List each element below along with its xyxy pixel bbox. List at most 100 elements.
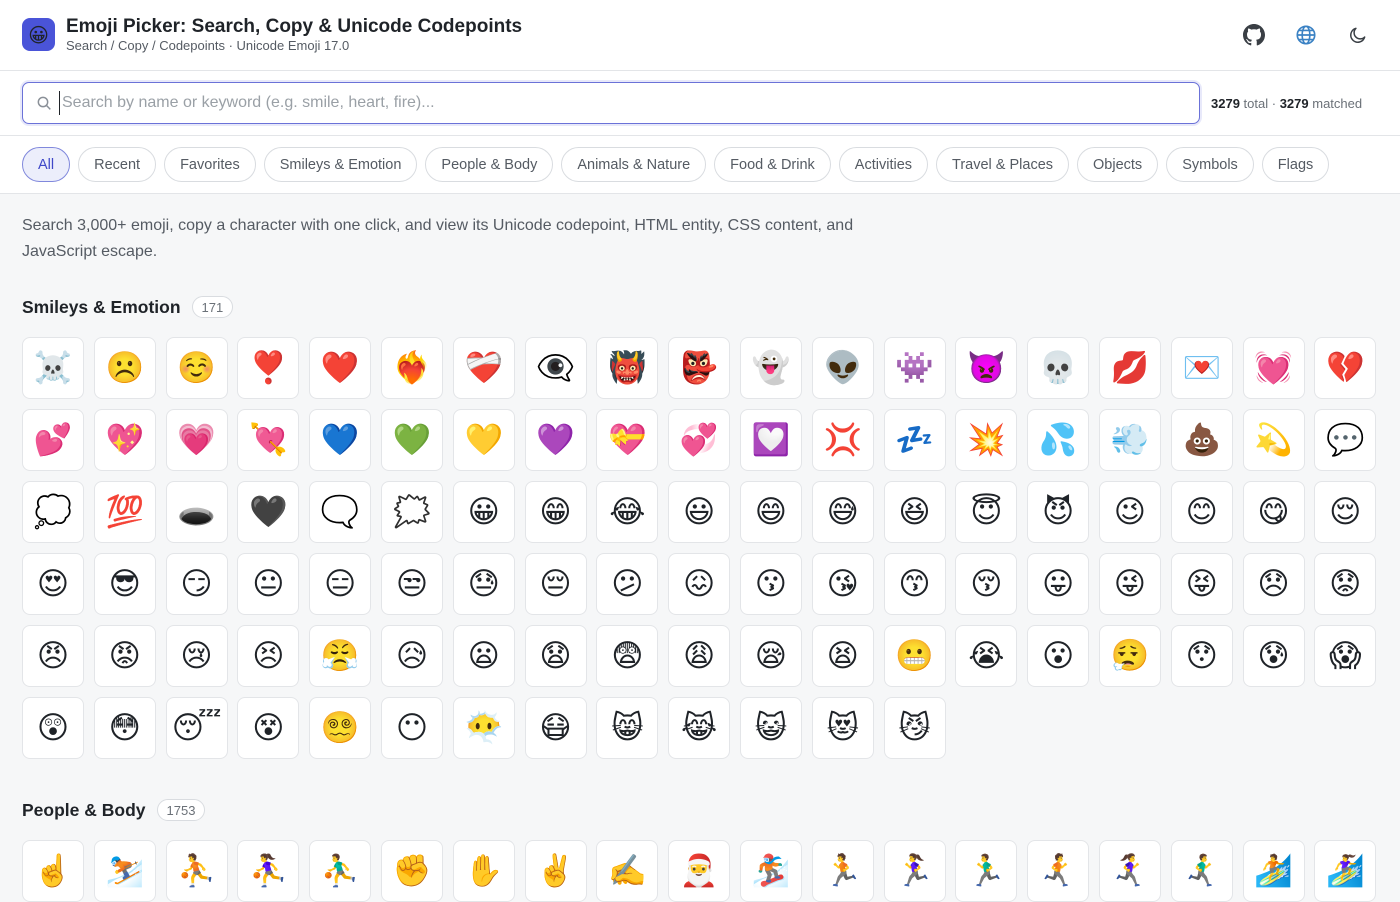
emoji-button[interactable]: ❤️‍🩹: [452, 337, 515, 399]
emoji-button[interactable]: 🏃‍♂️‍➡️: [1170, 840, 1233, 902]
emoji-button[interactable]: 🏃‍♂️: [955, 840, 1018, 902]
emoji-button[interactable]: 😙: [883, 553, 946, 615]
emoji-button[interactable]: 😯: [1170, 625, 1233, 687]
tab-favorites[interactable]: Favorites: [164, 147, 256, 182]
emoji-button[interactable]: 😤: [309, 625, 372, 687]
emoji-button[interactable]: ⛹️: [165, 840, 228, 902]
emoji-button[interactable]: 🏂: [739, 840, 802, 902]
emoji-button[interactable]: 👾: [883, 337, 946, 399]
emoji-button[interactable]: 🏃‍♀️: [883, 840, 946, 902]
emoji-button[interactable]: 😴: [165, 697, 228, 759]
emoji-button[interactable]: 💥: [955, 409, 1018, 471]
emoji-button[interactable]: 😔: [524, 553, 587, 615]
tab-all[interactable]: All: [22, 147, 71, 182]
emoji-button[interactable]: 🖤: [237, 481, 300, 543]
emoji-button[interactable]: 😫: [811, 625, 874, 687]
emoji-button[interactable]: 🕳️: [165, 481, 228, 543]
emoji-button[interactable]: 😵‍💫: [309, 697, 372, 759]
tab-flags[interactable]: Flags: [1261, 147, 1330, 182]
emoji-button[interactable]: 😍: [22, 553, 84, 615]
emoji-button[interactable]: 💝: [596, 409, 659, 471]
emoji-button[interactable]: 💫: [1242, 409, 1305, 471]
emoji-button[interactable]: 😻: [811, 697, 874, 759]
emoji-button[interactable]: 😧: [524, 625, 587, 687]
emoji-button[interactable]: 👿: [955, 337, 1018, 399]
moon-icon[interactable]: [1345, 22, 1371, 48]
emoji-button[interactable]: 😥: [380, 625, 443, 687]
emoji-button[interactable]: ✍️: [596, 840, 659, 902]
emoji-button[interactable]: 🎅: [668, 840, 731, 902]
tab-symbols[interactable]: Symbols: [1166, 147, 1254, 182]
emoji-button[interactable]: ✋: [452, 840, 515, 902]
emoji-button[interactable]: 😐: [237, 553, 300, 615]
emoji-button[interactable]: 😊: [1170, 481, 1233, 543]
emoji-button[interactable]: 💞: [668, 409, 731, 471]
emoji-button[interactable]: 😡: [93, 625, 156, 687]
emoji-button[interactable]: 💓: [1242, 337, 1305, 399]
emoji-button[interactable]: 😃: [668, 481, 731, 543]
emoji-button[interactable]: 💚: [380, 409, 443, 471]
emoji-button[interactable]: 😵: [237, 697, 300, 759]
emoji-button[interactable]: 😞: [1242, 553, 1305, 615]
emoji-button[interactable]: 😓: [452, 553, 515, 615]
emoji-button[interactable]: ⛹️‍♂️: [309, 840, 372, 902]
emoji-button[interactable]: 😄: [739, 481, 802, 543]
emoji-button[interactable]: 😨: [596, 625, 659, 687]
emoji-button[interactable]: 💌: [1170, 337, 1233, 399]
emoji-button[interactable]: 😼: [883, 697, 946, 759]
emoji-button[interactable]: 🏃‍➡️: [1027, 840, 1090, 902]
emoji-button[interactable]: 😕: [596, 553, 659, 615]
emoji-button[interactable]: 💔: [1314, 337, 1377, 399]
emoji-button[interactable]: ✊: [380, 840, 443, 902]
emoji-button[interactable]: ☺️: [165, 337, 228, 399]
emoji-button[interactable]: 😮: [1027, 625, 1090, 687]
emoji-button[interactable]: 😷: [524, 697, 587, 759]
emoji-button[interactable]: ⛷️: [93, 840, 156, 902]
emoji-button[interactable]: 😶‍🌫️: [452, 697, 515, 759]
emoji-button[interactable]: ❣️: [237, 337, 300, 399]
tab-activities[interactable]: Activities: [838, 147, 929, 182]
emoji-button[interactable]: 😳: [93, 697, 156, 759]
emoji-button[interactable]: 😩: [668, 625, 731, 687]
emoji-button[interactable]: 💨: [1098, 409, 1161, 471]
emoji-button[interactable]: 😎: [93, 553, 156, 615]
emoji-button[interactable]: 💘: [237, 409, 300, 471]
emoji-button[interactable]: 😢: [165, 625, 228, 687]
emoji-button[interactable]: 😠: [22, 625, 84, 687]
emoji-button[interactable]: 😟: [1314, 553, 1377, 615]
emoji-button[interactable]: 😮‍💨: [1098, 625, 1161, 687]
emoji-button[interactable]: 💭: [22, 481, 84, 543]
emoji-button[interactable]: 😱: [1314, 625, 1377, 687]
emoji-button[interactable]: ✌️: [524, 840, 587, 902]
emoji-button[interactable]: 💗: [165, 409, 228, 471]
emoji-button[interactable]: 👺: [668, 337, 731, 399]
emoji-button[interactable]: 💙: [309, 409, 372, 471]
emoji-button[interactable]: 😸: [596, 697, 659, 759]
emoji-button[interactable]: 😉: [1098, 481, 1161, 543]
emoji-button[interactable]: 🏄: [1242, 840, 1305, 902]
emoji-button[interactable]: 🗯️: [380, 481, 443, 543]
tab-objects[interactable]: Objects: [1077, 147, 1159, 182]
emoji-button[interactable]: 😁: [524, 481, 587, 543]
emoji-button[interactable]: 💤: [883, 409, 946, 471]
emoji-button[interactable]: 💢: [811, 409, 874, 471]
emoji-button[interactable]: 👻: [739, 337, 802, 399]
emoji-button[interactable]: 😑: [309, 553, 372, 615]
emoji-button[interactable]: 😪: [739, 625, 802, 687]
emoji-button[interactable]: 👁️‍🗨️: [524, 337, 587, 399]
emoji-button[interactable]: 💬: [1314, 409, 1377, 471]
emoji-button[interactable]: 💕: [22, 409, 84, 471]
emoji-button[interactable]: 😲: [22, 697, 84, 759]
emoji-button[interactable]: 🗨️: [309, 481, 372, 543]
search-input[interactable]: [59, 91, 1189, 115]
emoji-button[interactable]: 👽: [811, 337, 874, 399]
emoji-button[interactable]: 😛: [1027, 553, 1090, 615]
emoji-button[interactable]: 💜: [524, 409, 587, 471]
emoji-button[interactable]: 😒: [380, 553, 443, 615]
emoji-button[interactable]: 💛: [452, 409, 515, 471]
tab-people-body[interactable]: People & Body: [425, 147, 554, 182]
emoji-button[interactable]: 😝: [1170, 553, 1233, 615]
emoji-button[interactable]: 😆: [883, 481, 946, 543]
emoji-button[interactable]: 😈: [1027, 481, 1090, 543]
emoji-button[interactable]: 💦: [1027, 409, 1090, 471]
